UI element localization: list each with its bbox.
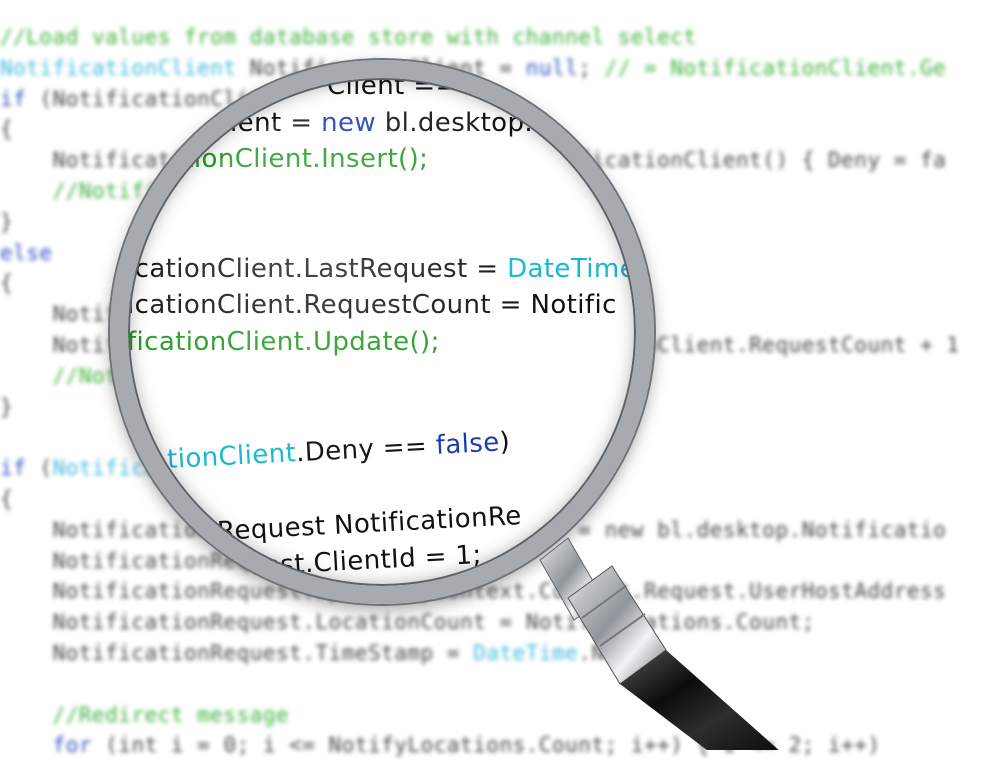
code-token: .Now; — [578, 641, 645, 665]
code-token: DateTime — [473, 641, 579, 665]
code-token: if — [0, 456, 27, 481]
magnified-code-token: false — [435, 427, 501, 461]
magnifier-lens: Client == null) nClient = new bl.desktop.… — [127, 77, 637, 587]
code-token: ( — [26, 456, 53, 481]
code-token: } — [0, 394, 14, 419]
code-token: NotificationRequest.TimeStamp = — [0, 641, 474, 665]
magnified-code-token: DateTime — [507, 253, 637, 284]
code-token: } — [0, 209, 14, 234]
code-line: //Load values from database store with c… — [0, 22, 697, 52]
code-token: if — [0, 86, 27, 111]
code-line: { — [0, 268, 13, 298]
code-line: else — [0, 238, 53, 268]
code-token: { — [0, 117, 14, 142]
code-token: //Load values from database store with c… — [0, 25, 697, 49]
magnified-code-token: .Deny == — [295, 430, 437, 469]
code-line: } — [0, 207, 13, 237]
code-line: { — [0, 114, 13, 144]
code-line: } — [0, 392, 13, 422]
magnified-code-line: tionClient.Deny == false) — [166, 425, 511, 477]
magnified-code-token: ) — [498, 427, 511, 458]
code-line: NotificationRequest.LocationCount = Noti… — [0, 607, 815, 637]
magnified-code-line: icationClient.LastRequest = DateTime — [127, 252, 636, 286]
code-line: { — [0, 484, 13, 514]
magnified-code-token: Client == null) — [327, 77, 526, 101]
magnified-code-line: nClient = new bl.desktop. — [187, 106, 533, 140]
magnified-code-token: bl.desktop. — [376, 107, 534, 138]
magnified-code: Client == null) nClient = new bl.desktop.… — [127, 77, 637, 587]
magnified-code-line: ationClient.Insert(); — [167, 142, 428, 176]
code-token: //Redirect message — [0, 702, 290, 727]
magnified-code-token: nClient = — [187, 107, 322, 138]
magnified-code-token: ationClient.Insert(); — [167, 144, 429, 174]
code-line: //Redirect message — [0, 700, 289, 730]
magnified-code-token: icationClient.LastRequest = — [127, 253, 508, 284]
magnified-code-token: icationClient.RequestCount = Notific — [127, 290, 617, 320]
code-token: // = NotificationClient.Ge — [604, 55, 947, 80]
magnified-code-token: ficationClient.Update(); — [127, 326, 440, 357]
code-token: { — [0, 271, 14, 296]
magnified-code-token: tionClient — [166, 438, 297, 475]
code-line: for (int i = 0; i <= NotifyLocations.Cou… — [0, 730, 881, 760]
code-token: { — [0, 487, 14, 511]
magnified-code-token: uest.ClientId = 1; — [246, 539, 483, 582]
code-token: (int i = 0; i <= NotifyLocations.Count; … — [92, 733, 881, 758]
magnified-code-line: Client == null) — [327, 77, 526, 103]
code-token: NotificationRequest.LocationCount = Noti… — [0, 610, 815, 635]
magnified-code-token: new — [321, 107, 377, 138]
code-token: for — [52, 733, 93, 758]
magnified-code-line: icationClient.RequestCount = Notific — [127, 288, 617, 322]
code-line: NotificationRequest.TimeStamp = DateTime… — [0, 638, 644, 668]
code-token: else — [0, 240, 53, 265]
magnified-code-line: ficationClient.Update(); — [127, 325, 440, 359]
